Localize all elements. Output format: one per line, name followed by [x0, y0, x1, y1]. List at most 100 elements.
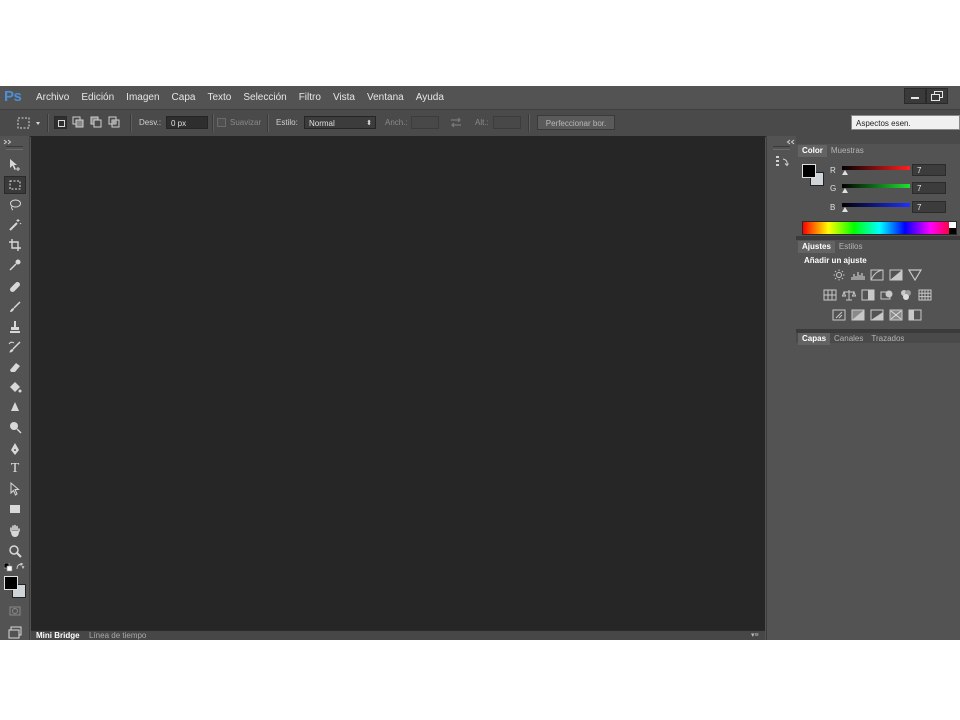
paint-bucket-icon — [10, 382, 22, 393]
levels-icon[interactable] — [851, 269, 865, 281]
blue-slider-thumb[interactable] — [842, 207, 848, 212]
tab-mini-bridge[interactable]: Mini Bridge — [36, 631, 80, 640]
red-slider[interactable] — [842, 166, 910, 170]
foreground-color-swatch[interactable] — [4, 576, 18, 590]
swap-dimensions-icon[interactable] — [449, 116, 463, 129]
menu-imagen[interactable]: Imagen — [120, 92, 165, 103]
panels-column: Color Muestras R 7 G 7 B 7 Ajustes Estil… — [796, 136, 960, 640]
dodge-tool[interactable] — [4, 418, 26, 436]
blur-tool[interactable] — [4, 398, 26, 416]
add-to-selection-button[interactable] — [72, 116, 85, 129]
rectangular-marquee-tool[interactable] — [4, 176, 26, 194]
subtract-selection-button[interactable] — [90, 116, 103, 129]
zoom-tool[interactable] — [4, 542, 26, 560]
posterize-icon[interactable] — [851, 309, 865, 321]
eyedropper-icon — [9, 259, 21, 271]
eyedropper-tool[interactable] — [4, 256, 26, 274]
tab-color[interactable]: Color — [798, 145, 827, 157]
tab-styles[interactable]: Estilos — [835, 241, 867, 253]
menu-edicion[interactable]: Edición — [75, 92, 120, 103]
hand-tool[interactable] — [4, 522, 26, 540]
brush-tool[interactable] — [4, 298, 26, 316]
collapse-dock-icon[interactable] — [786, 137, 796, 145]
collapse-tools-icon[interactable] — [3, 137, 15, 145]
rectangle-tool[interactable] — [4, 500, 26, 518]
hand-icon — [10, 524, 20, 537]
height-input[interactable] — [493, 116, 521, 129]
document-canvas[interactable] — [31, 136, 765, 630]
default-colors-icon[interactable] — [4, 563, 13, 572]
swap-colors-icon[interactable] — [16, 563, 25, 572]
paint-bucket-tool[interactable] — [4, 378, 26, 396]
tab-swatches[interactable]: Muestras — [827, 145, 868, 157]
black-white-icon[interactable] — [861, 289, 875, 301]
exposure-icon[interactable] — [889, 269, 903, 281]
menu-ayuda[interactable]: Ayuda — [410, 92, 450, 103]
path-selection-tool[interactable] — [4, 480, 26, 498]
quick-mask-button[interactable] — [4, 602, 26, 620]
screen-mode-button[interactable] — [4, 624, 26, 640]
tab-adjustments[interactable]: Ajustes — [798, 241, 835, 253]
layers-list[interactable] — [796, 346, 960, 640]
menu-ventana[interactable]: Ventana — [361, 92, 410, 103]
type-tool[interactable]: T — [4, 460, 26, 478]
brightness-contrast-icon[interactable] — [832, 269, 846, 281]
green-slider[interactable] — [842, 184, 910, 188]
photo-filter-icon[interactable] — [880, 289, 894, 301]
tab-layers[interactable]: Capas — [798, 333, 831, 345]
red-slider-thumb[interactable] — [842, 170, 848, 175]
healing-brush-tool[interactable] — [4, 278, 26, 296]
blue-value[interactable]: 7 — [912, 201, 946, 213]
red-value[interactable]: 7 — [912, 164, 946, 176]
eraser-tool[interactable] — [4, 358, 26, 376]
refine-edge-button[interactable]: Perfeccionar bor. — [537, 115, 615, 130]
tab-channels[interactable]: Canales — [830, 333, 867, 345]
antialias-checkbox[interactable] — [217, 118, 226, 127]
intersect-selection-button[interactable] — [108, 116, 121, 129]
hue-saturation-icon[interactable] — [823, 289, 837, 301]
channel-mixer-icon[interactable] — [899, 289, 913, 301]
tool-preset-picker[interactable] — [14, 115, 44, 131]
workspace-switcher[interactable]: Aspectos esen. — [851, 115, 960, 130]
feather-input[interactable]: 0 px — [166, 116, 208, 129]
gradient-map-icon[interactable] — [889, 309, 903, 321]
panel-menu-icon[interactable]: ▾≡ — [751, 631, 759, 640]
curves-icon[interactable] — [870, 269, 884, 281]
red-slider-row: R 7 — [802, 164, 958, 178]
threshold-icon[interactable] — [870, 309, 884, 321]
selective-color-icon[interactable] — [908, 309, 922, 321]
style-select[interactable]: Normal ⬍ — [304, 116, 376, 129]
clone-stamp-tool[interactable] — [4, 318, 26, 336]
bottom-panel-tabs: Mini Bridge Línea de tiempo ▾≡ — [31, 630, 765, 640]
menu-filtro[interactable]: Filtro — [293, 92, 327, 103]
menu-archivo[interactable]: Archivo — [30, 92, 75, 103]
color-spectrum-bar[interactable] — [802, 221, 957, 235]
magic-wand-tool[interactable] — [4, 216, 26, 234]
move-tool[interactable] — [4, 156, 26, 174]
color-balance-icon[interactable] — [842, 289, 856, 301]
menu-vista[interactable]: Vista — [327, 92, 361, 103]
lasso-tool[interactable] — [4, 196, 26, 214]
crop-tool[interactable] — [4, 236, 26, 254]
ps-logo: Ps — [4, 88, 22, 105]
color-lookup-icon[interactable] — [918, 289, 932, 301]
history-brush-tool[interactable] — [4, 338, 26, 356]
menu-seleccion[interactable]: Selección — [237, 92, 292, 103]
tab-paths[interactable]: Trazados — [867, 333, 908, 345]
blue-slider[interactable] — [842, 203, 910, 207]
restore-button[interactable] — [926, 88, 948, 104]
vibrance-icon[interactable] — [908, 269, 922, 281]
style-label: Estilo: — [276, 118, 298, 127]
history-panel-icon[interactable] — [774, 154, 790, 170]
minimize-button[interactable] — [904, 88, 926, 104]
color-panel-tabs: Color Muestras — [798, 145, 868, 157]
menu-capa[interactable]: Capa — [166, 92, 202, 103]
pen-tool[interactable] — [4, 440, 26, 458]
invert-icon[interactable] — [832, 309, 846, 321]
width-input[interactable] — [411, 116, 439, 129]
green-value[interactable]: 7 — [912, 182, 946, 194]
menu-texto[interactable]: Texto — [201, 92, 237, 103]
new-selection-button[interactable] — [54, 116, 67, 129]
tab-timeline[interactable]: Línea de tiempo — [89, 631, 146, 640]
green-slider-thumb[interactable] — [842, 188, 848, 193]
